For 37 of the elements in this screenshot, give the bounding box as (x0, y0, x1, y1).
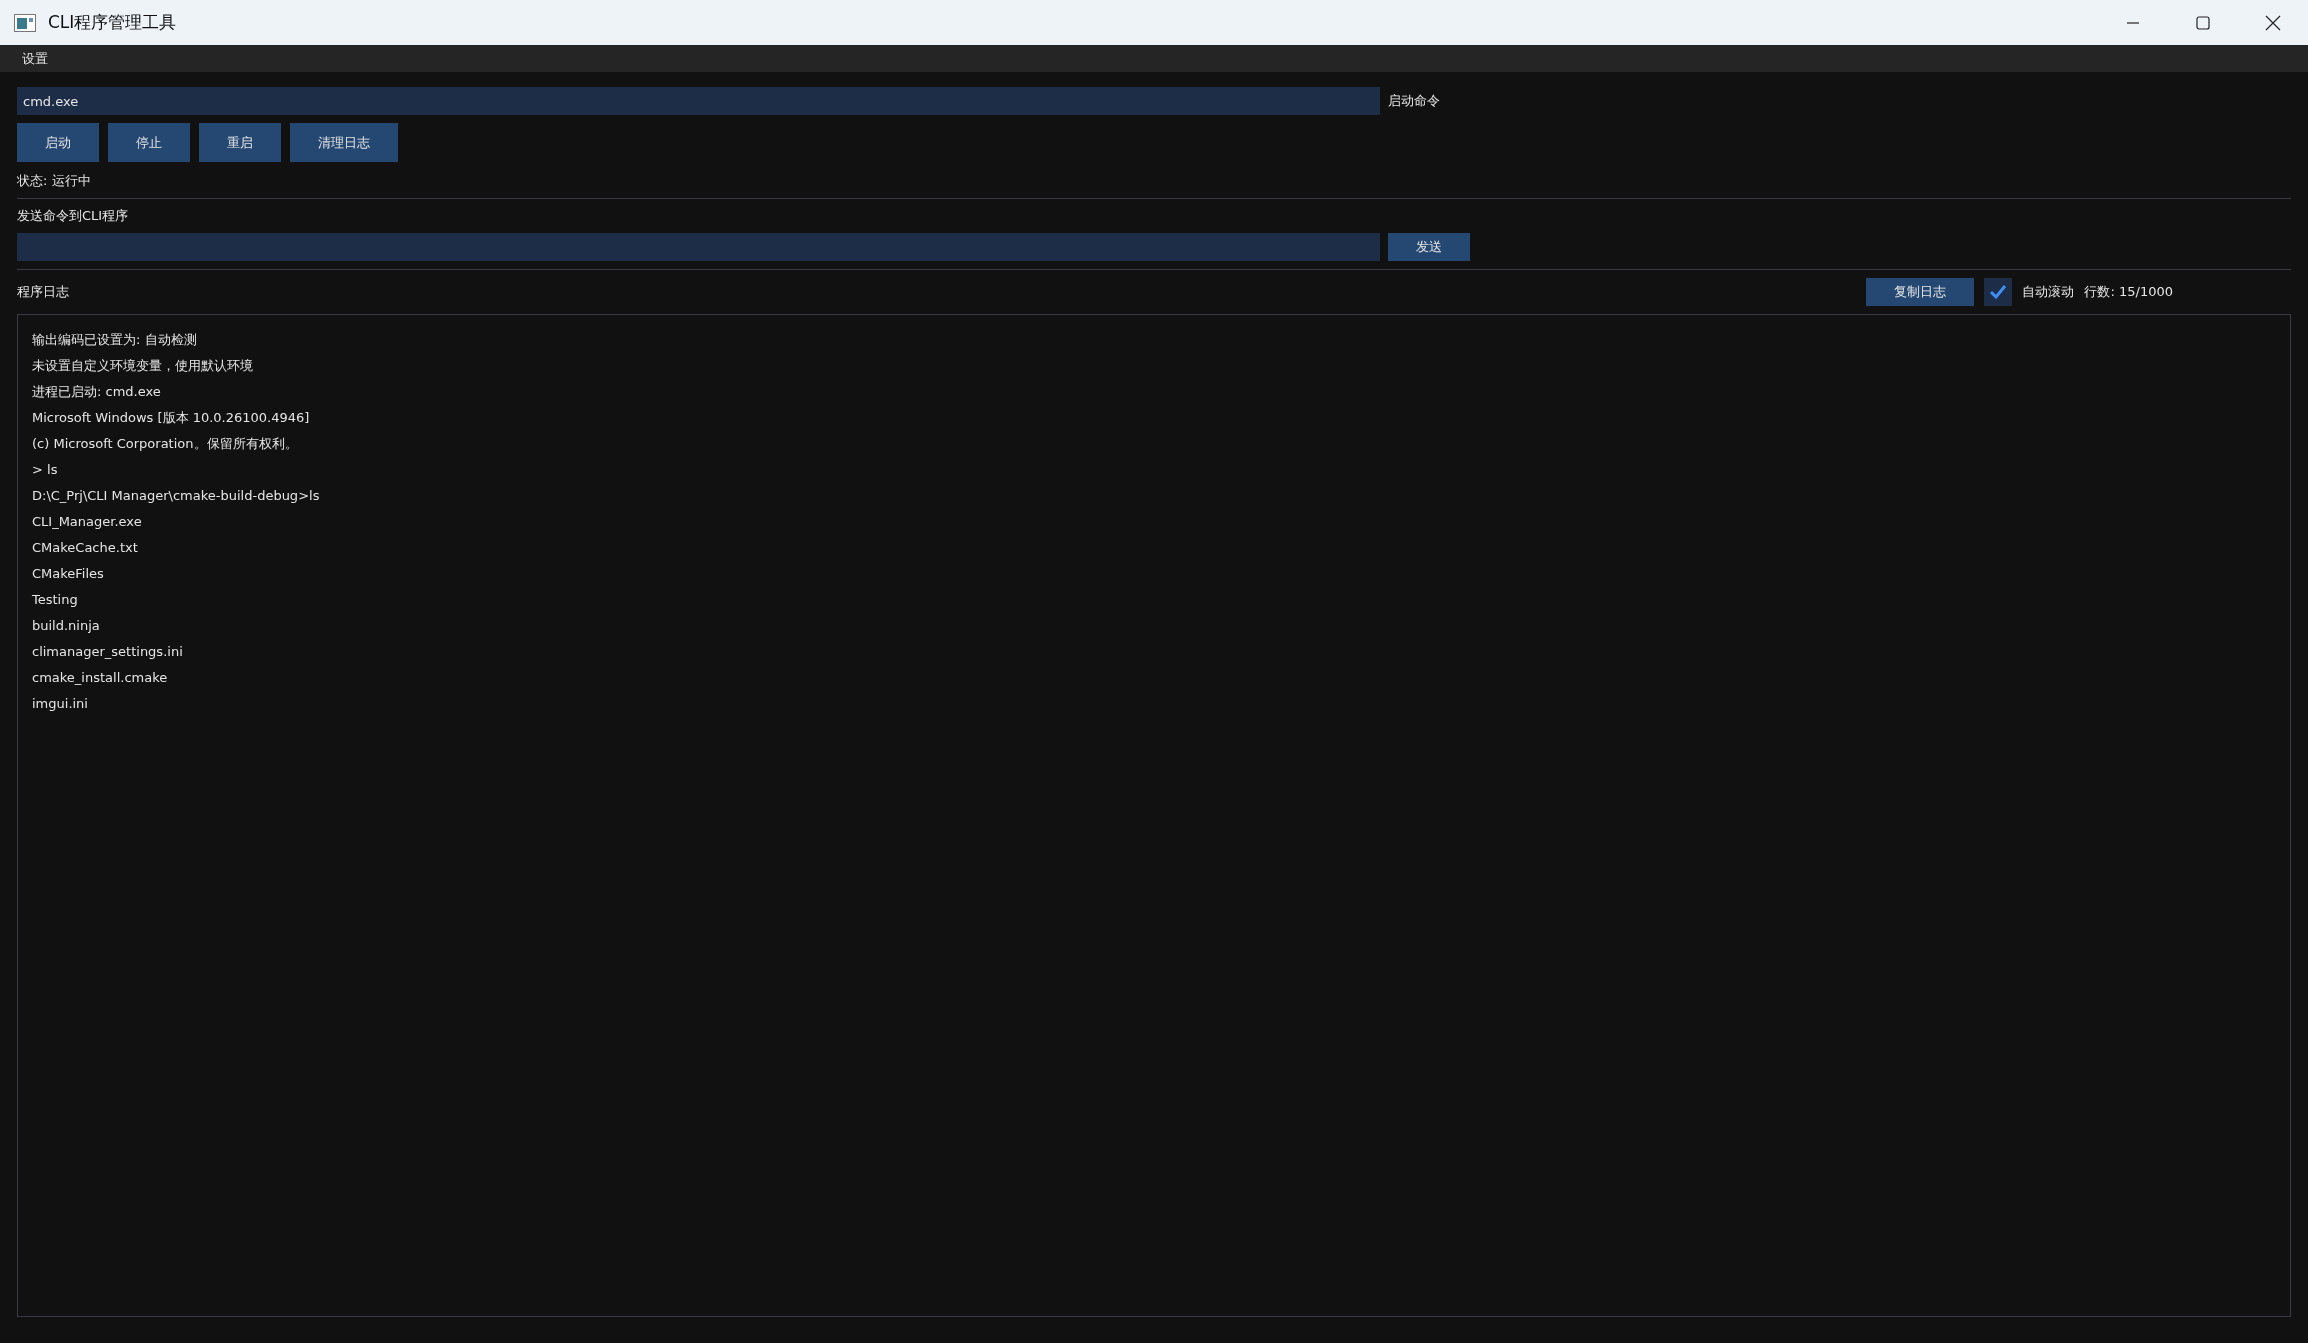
minimize-icon (2126, 21, 2140, 24)
command-field[interactable]: cmd.exe (17, 87, 1380, 115)
log-line: CLI_Manager.exe (32, 513, 143, 531)
command-label: 启动命令 (1388, 92, 1440, 110)
log-line: D:\C_Prj\CLI Manager\cmake-build-debug>ls (32, 487, 321, 505)
app-icon (14, 13, 36, 32)
status-text: 状态: 运行中 (17, 172, 92, 190)
checkmark-icon (1989, 284, 2008, 300)
log-line: 输出编码已设置为: 自动检测 (32, 331, 198, 349)
auto-scroll-checkbox[interactable] (1984, 278, 2013, 306)
log-line: Microsoft Windows [版本 10.0.26100.4946] (32, 409, 311, 427)
log-line: (c) Microsoft Corporation。保留所有权利。 (32, 435, 299, 453)
action-button[interactable]: 停止 (108, 123, 190, 162)
log-line: 进程已启动: cmd.exe (32, 383, 162, 401)
maximize-icon (2196, 15, 2210, 30)
window-title: CLI程序管理工具 (48, 11, 178, 34)
auto-scroll-label: 自动滚动 (2022, 283, 2075, 301)
action-button[interactable]: 重启 (199, 123, 281, 162)
log-line: Testing (32, 591, 79, 609)
log-line: build.ninja (32, 617, 101, 635)
log-line: cmake_install.cmake (32, 669, 169, 687)
log-line: imgui.ini (32, 695, 89, 713)
copy-log-button[interactable]: 复制日志 (1866, 278, 1975, 306)
line-count: 行数: 15/1000 (2084, 283, 2173, 301)
send-button[interactable]: 发送 (1388, 233, 1470, 261)
log-line: CMakeCache.txt (32, 539, 139, 557)
log-line: climanager_settings.ini (32, 643, 184, 661)
log-title: 程序日志 (17, 283, 70, 301)
close-icon (2265, 14, 2281, 31)
send-label: 发送命令到CLI程序 (17, 207, 130, 225)
action-button[interactable]: 启动 (17, 123, 99, 162)
action-button[interactable]: 清理日志 (290, 123, 398, 162)
log-line: 未设置自定义环境变量，使用默认环境 (32, 357, 254, 375)
menu-item[interactable]: 设置 (14, 47, 56, 70)
log-line: > ls (32, 461, 59, 479)
send-field[interactable] (17, 233, 1380, 261)
log-line: CMakeFiles (32, 565, 105, 583)
